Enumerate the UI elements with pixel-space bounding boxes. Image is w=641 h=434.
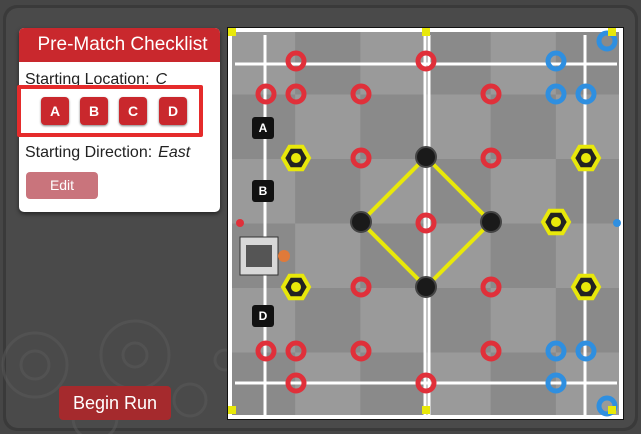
center-goal-icon (350, 211, 372, 233)
checklist-title: Pre-Match Checklist (19, 28, 220, 62)
start-position-label-d[interactable]: D (252, 305, 274, 327)
location-button-c[interactable]: C (119, 97, 147, 125)
goal-icon-center (551, 217, 561, 227)
corner-marker (422, 28, 430, 36)
corner-marker (422, 406, 430, 414)
location-button-d[interactable]: D (159, 97, 187, 125)
goal-icon-center (581, 153, 591, 163)
robot-ring-indicator (278, 250, 290, 262)
goal-icon-center (581, 282, 591, 292)
location-button-a[interactable]: A (41, 97, 69, 125)
field-map (228, 28, 623, 419)
starting-direction-row: Starting Direction: East (25, 144, 190, 162)
blue-side-marker (613, 219, 621, 227)
corner-marker (228, 406, 236, 414)
center-goal-icon (480, 211, 502, 233)
edit-button[interactable]: Edit (26, 172, 98, 199)
center-goal-icon (415, 276, 437, 298)
goal-icon-center (291, 282, 301, 292)
corner-marker (608, 406, 616, 414)
begin-run-button[interactable]: Begin Run (59, 386, 171, 420)
playing-field (227, 27, 624, 420)
corner-marker (228, 28, 236, 36)
corner-marker (608, 28, 616, 36)
start-position-label-a[interactable]: A (252, 117, 274, 139)
location-button-b[interactable]: B (80, 97, 108, 125)
start-position-label-b[interactable]: B (252, 180, 274, 202)
goal-icon-center (291, 153, 301, 163)
center-goal-icon (415, 146, 437, 168)
starting-direction-label: Starting Direction: (25, 144, 153, 161)
starting-direction-value: East (158, 144, 191, 161)
robot-body (246, 245, 272, 267)
red-side-marker (236, 219, 244, 227)
